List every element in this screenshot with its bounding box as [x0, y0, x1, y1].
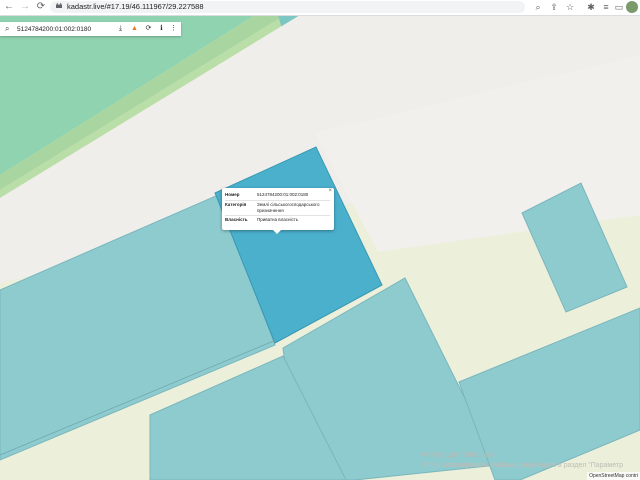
- lock-icon: [56, 3, 62, 8]
- popup-label: Власність: [225, 217, 248, 222]
- share-icon[interactable]: ⇪: [548, 1, 560, 13]
- refresh-icon[interactable]: ⟳: [144, 24, 153, 34]
- zoom-icon[interactable]: ⌕: [532, 1, 544, 13]
- download-icon[interactable]: ⤓: [116, 24, 125, 34]
- browser-toolbar: ← → ⟳ kadastr.live/#17.19/46.111967/29.2…: [0, 0, 640, 16]
- popup-value: Приватна власність: [257, 217, 299, 222]
- profile-avatar[interactable]: [626, 1, 638, 13]
- back-icon[interactable]: ←: [3, 1, 15, 13]
- extensions-icon[interactable]: ✱: [585, 1, 597, 13]
- activation-watermark-text: Чтобы активировать Windows, перейдите в …: [421, 462, 624, 469]
- parcel-info-popup: × Номер 5124784200:01:002:0180 Категорія…: [222, 188, 334, 234]
- url-text: kadastr.live/#17.19/46.111967/29.227588: [67, 2, 204, 11]
- popup-label: Номер: [225, 192, 240, 197]
- search-input[interactable]: [17, 23, 107, 35]
- popup-value: 5124784200:01:002:0180: [257, 192, 309, 197]
- activation-watermark-title: Активация Windows: [421, 450, 495, 459]
- bookmark-star-icon[interactable]: ☆: [564, 1, 576, 13]
- close-icon[interactable]: ×: [328, 188, 332, 195]
- popup-pointer: [273, 230, 281, 234]
- map-attribution[interactable]: OpenStreetMap contri: [587, 472, 640, 480]
- more-options-icon[interactable]: ⋮: [169, 24, 178, 34]
- address-bar[interactable]: kadastr.live/#17.19/46.111967/29.227588: [50, 1, 525, 13]
- search-panel: ⌕ ⤓ ▲ ⟳ ℹ ⋮: [0, 22, 181, 36]
- popup-divider: [225, 215, 330, 216]
- warning-icon[interactable]: ▲: [130, 24, 139, 34]
- info-icon[interactable]: ℹ: [157, 24, 166, 34]
- reading-list-icon[interactable]: ≡: [600, 1, 612, 13]
- popup-label: Категорія: [225, 202, 247, 207]
- reload-icon[interactable]: ⟳: [35, 1, 47, 13]
- popup-divider: [225, 200, 330, 201]
- sidebar-icon[interactable]: ▭: [613, 1, 625, 13]
- cadastral-map[interactable]: [0, 15, 640, 480]
- search-icon: ⌕: [5, 24, 10, 33]
- popup-value: Землі сільськогосподарського призначення: [257, 202, 320, 213]
- forward-icon[interactable]: →: [19, 1, 31, 13]
- map-canvas[interactable]: [0, 15, 640, 480]
